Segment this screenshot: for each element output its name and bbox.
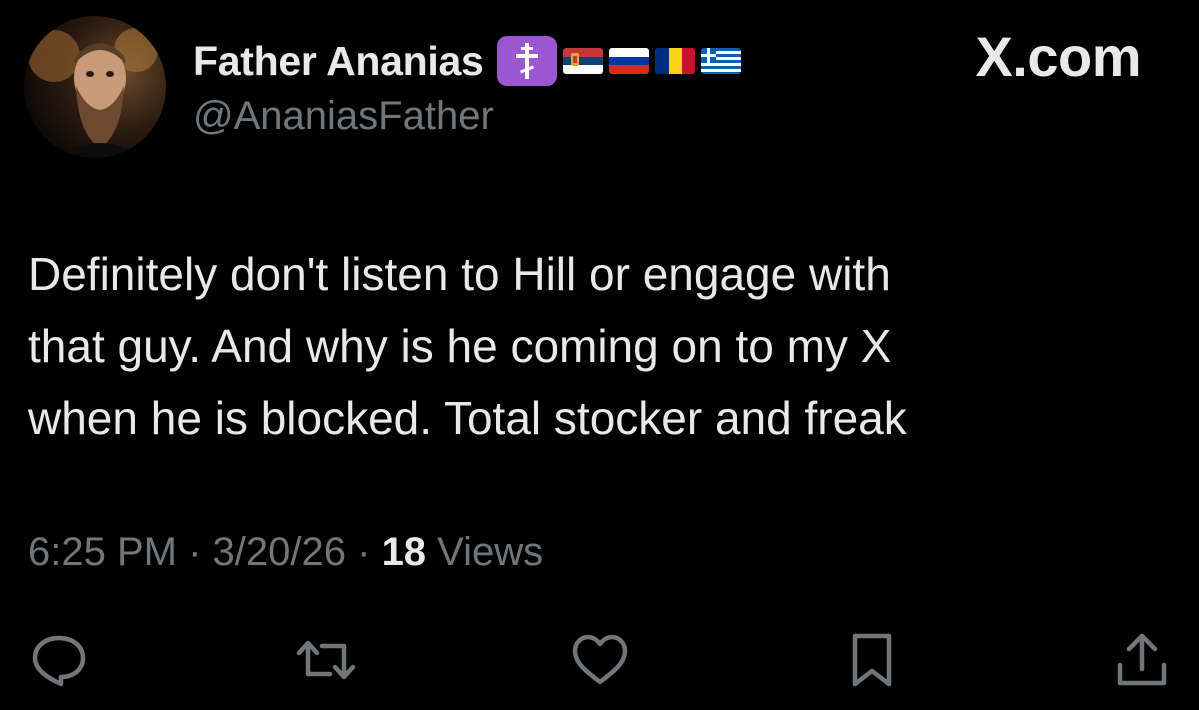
like-icon bbox=[572, 634, 628, 685]
serbia-flag-icon bbox=[563, 48, 604, 74]
repost-button[interactable] bbox=[294, 628, 358, 692]
author-handle[interactable]: @AnaniasFather bbox=[193, 94, 494, 139]
tweet-date[interactable]: 3/20/26 bbox=[213, 530, 346, 574]
display-name[interactable]: Father Ananias bbox=[193, 38, 484, 85]
author-name-row: Father Ananias bbox=[193, 34, 742, 88]
russia-flag-icon bbox=[609, 48, 650, 74]
tweet-time[interactable]: 6:25 PM bbox=[28, 530, 177, 574]
orthodox-cross-icon bbox=[497, 36, 558, 86]
repost-icon bbox=[296, 640, 356, 680]
bookmark-icon bbox=[852, 633, 892, 687]
like-button[interactable] bbox=[568, 628, 632, 692]
share-icon bbox=[1117, 633, 1167, 686]
meta-separator: · bbox=[188, 530, 213, 574]
tweet-meta: 6:25 PM · 3/20/26 · 18 Views bbox=[28, 530, 543, 575]
views-label: Views bbox=[437, 530, 544, 574]
bookmark-button[interactable] bbox=[840, 628, 904, 692]
views-count: 18 bbox=[381, 530, 438, 574]
greece-flag-icon bbox=[701, 48, 742, 74]
meta-separator: · bbox=[357, 530, 382, 574]
share-button[interactable] bbox=[1110, 628, 1174, 692]
reply-button[interactable] bbox=[27, 628, 91, 692]
tweet-text: Definitely don't listen to Hill or engag… bbox=[28, 248, 907, 444]
reply-icon bbox=[32, 635, 86, 687]
brand-logo: X.com bbox=[975, 25, 1141, 88]
avatar[interactable] bbox=[24, 16, 166, 158]
romania-flag-icon bbox=[655, 48, 696, 74]
avatar-image bbox=[28, 28, 158, 158]
action-bar bbox=[0, 628, 1199, 692]
